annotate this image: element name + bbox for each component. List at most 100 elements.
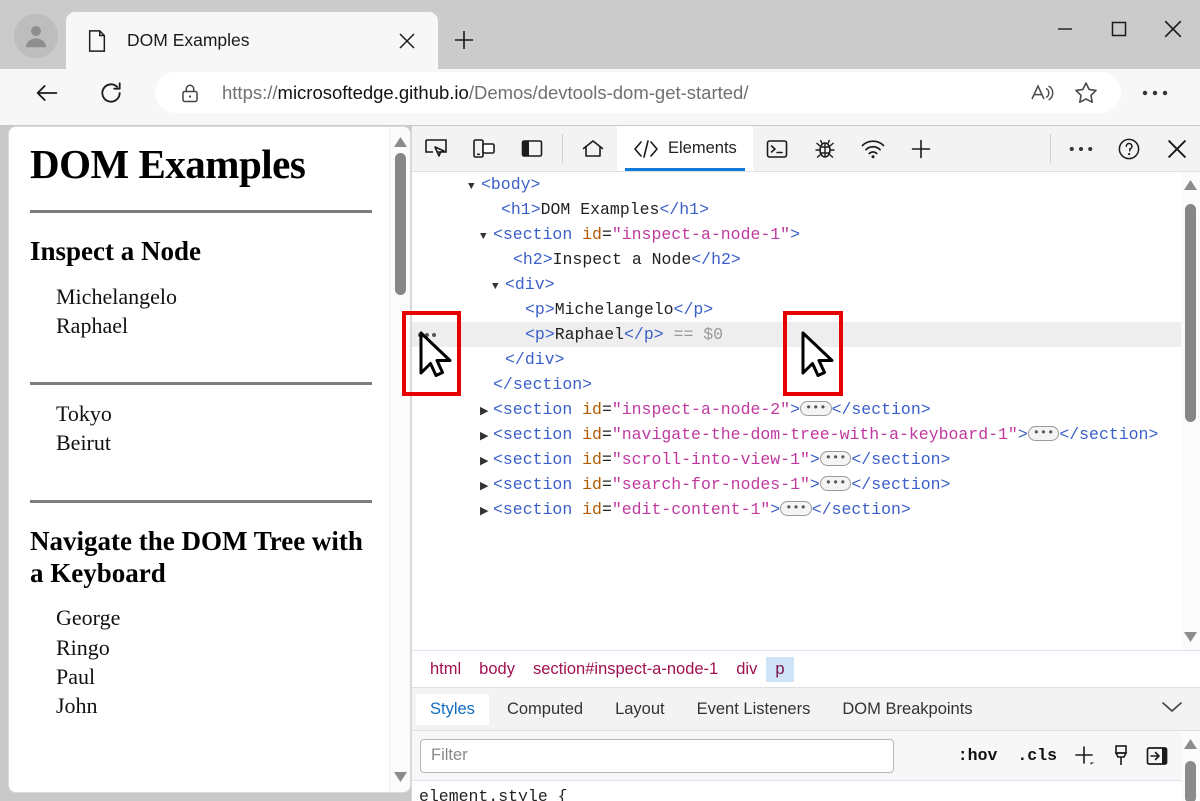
twisty-collapsed-icon[interactable]: ▶ (480, 500, 493, 525)
sidebar-tab-event-listeners[interactable]: Event Listeners (683, 694, 825, 725)
list-item: Tokyo (56, 401, 112, 427)
tab-sources[interactable] (801, 126, 849, 171)
dom-node[interactable]: ▶ <section id="inspect-a-node-2"> ••• </sec… (412, 397, 1200, 422)
scroll-down-icon[interactable] (394, 772, 407, 782)
scroll-thumb[interactable] (1185, 204, 1196, 422)
back-button[interactable] (26, 72, 68, 114)
dom-token-sp (664, 325, 674, 344)
styles-scrollbar[interactable] (1181, 731, 1200, 801)
browser-tab[interactable]: DOM Examples (66, 12, 438, 69)
tab-console[interactable] (753, 126, 801, 171)
address-input[interactable]: https://microsoftedge.github.io/Demos/de… (155, 72, 1121, 113)
dom-node[interactable]: ▼ <body> (412, 172, 1200, 197)
new-style-rule-button[interactable] (1067, 743, 1103, 769)
node-menu-icon[interactable] (418, 331, 440, 339)
css-rule-selector[interactable]: element.style { (412, 781, 1200, 801)
breadcrumb-item-html[interactable]: html (421, 657, 470, 682)
scroll-thumb[interactable] (1185, 761, 1196, 801)
collapsed-children-badge[interactable]: ••• (819, 451, 852, 466)
tab-network[interactable] (849, 126, 897, 171)
devtools-more-button[interactable] (1057, 126, 1105, 171)
new-tab-button[interactable] (444, 20, 484, 60)
styles-sidebar-tabs[interactable]: Styles Computed Layout Event Listeners DOM B… (412, 687, 1200, 731)
tab-elements[interactable]: Elements (617, 126, 753, 171)
dom-token-punc: </ (851, 475, 872, 494)
network-icon (861, 139, 885, 158)
sidebar-tab-layout[interactable]: Layout (601, 694, 679, 725)
close-icon[interactable] (390, 24, 424, 58)
dom-node-selected[interactable]: <p>Raphael</p> == $0 (412, 322, 1200, 347)
ellipsis-icon (1142, 90, 1168, 96)
more-sidebar-tabs-button[interactable] (1161, 700, 1183, 719)
dom-node[interactable]: ▼ <section id="inspect-a-node-1"> (412, 222, 1200, 247)
close-button[interactable] (1146, 0, 1200, 58)
dom-token-tag: section (502, 500, 573, 519)
dom-token-tag: section (871, 450, 941, 469)
scroll-up-icon[interactable] (394, 137, 407, 147)
dom-node[interactable]: ▶ <section id="scroll-into-view-1"> ••• </s… (412, 447, 1200, 472)
scroll-thumb[interactable] (395, 153, 406, 295)
sidebar-tab-computed[interactable]: Computed (493, 694, 597, 725)
collapsed-children-badge[interactable]: ••• (780, 501, 812, 516)
device-emulation-icon (473, 138, 495, 158)
read-aloud-button[interactable] (1023, 74, 1061, 112)
dom-token-txt: = (601, 225, 612, 244)
collapsed-children-badge[interactable]: ••• (799, 401, 832, 416)
device-emulation-button[interactable] (460, 126, 508, 171)
dom-token-punc: < (513, 250, 523, 269)
url-host: microsoftedge.github.io (277, 81, 469, 103)
page-scrollbar[interactable] (389, 127, 410, 792)
dom-token-punc: < (493, 425, 503, 444)
dom-token-tag: section (1079, 425, 1149, 444)
collapsed-children-badge[interactable]: ••• (819, 476, 852, 491)
profile-button[interactable] (14, 14, 58, 58)
reload-button[interactable] (90, 72, 132, 114)
toolbar-divider (562, 134, 563, 163)
dom-token-punc: </ (659, 200, 680, 219)
favorite-button[interactable] (1067, 74, 1105, 112)
dom-node[interactable]: ▶ <section id="search-for-nodes-1"> ••• </s… (412, 472, 1200, 497)
dom-token-attrv: "scroll-into-view-1" (611, 450, 810, 469)
inspect-element-button[interactable] (412, 126, 460, 171)
hover-state-button[interactable]: :hov (948, 746, 1008, 765)
scroll-down-icon[interactable] (1184, 632, 1197, 642)
home-icon (582, 139, 604, 157)
dock-side-button[interactable] (508, 126, 556, 171)
dom-token-tag: p (534, 300, 545, 319)
dom-tree-scrollbar[interactable] (1181, 172, 1200, 650)
collapsed-children-badge[interactable]: ••• (1027, 426, 1060, 441)
breadcrumb-item-p[interactable]: p (766, 656, 794, 682)
breadcrumb-item-div[interactable]: div (727, 657, 766, 682)
scroll-up-icon[interactable] (1184, 180, 1197, 190)
dom-node[interactable]: <h1>DOM Examples</h1> (412, 197, 1200, 222)
dom-tree[interactable]: ▼ <body> <h1>DOM Examples</h1> ▼ <section id… (412, 172, 1200, 650)
dom-node[interactable]: </section> (412, 372, 1200, 397)
browser-settings-button[interactable] (1140, 78, 1170, 108)
dom-node[interactable]: </div> (412, 347, 1200, 372)
dom-node[interactable]: ▶ <section id="navigate-the-dom-tree-with… (412, 422, 1200, 447)
dom-token-attrv: "inspect-a-node-1" (611, 225, 791, 244)
devtools-home-button[interactable] (569, 126, 617, 171)
dom-node[interactable]: ▶ <section id="edit-content-1"> ••• </secti… (412, 497, 1200, 522)
devtools-close-button[interactable] (1153, 126, 1200, 171)
styles-filter-input[interactable] (420, 738, 894, 773)
dom-node[interactable]: ▼ <div> (412, 272, 1200, 297)
class-toggle-button[interactable]: .cls (1007, 746, 1067, 765)
sidebar-tab-styles[interactable]: Styles (416, 693, 489, 725)
dom-node[interactable]: <h2>Inspect a Node</h2> (412, 247, 1200, 272)
breadcrumb-item-body[interactable]: body (470, 657, 524, 682)
dom-token-punc: < (505, 275, 515, 294)
style-rules[interactable]: element.style {}section p {devtools-do…s… (412, 781, 1200, 801)
sidebar-tab-dom-breakpoints[interactable]: DOM Breakpoints (828, 694, 986, 725)
toggle-computed-sidebar-button[interactable] (1139, 744, 1175, 768)
minimize-button[interactable] (1038, 0, 1092, 58)
dom-node[interactable]: <p>Michelangelo</p> (412, 297, 1200, 322)
maximize-button[interactable] (1092, 0, 1146, 58)
more-panels-button[interactable] (897, 126, 945, 171)
breadcrumb-item-section-inspect-a-node-1[interactable]: section#inspect-a-node-1 (524, 657, 727, 682)
color-format-button[interactable] (1103, 743, 1139, 769)
page-viewport: DOM Examples Inspect a Node Michelangelo… (8, 126, 411, 793)
scroll-up-icon[interactable] (1184, 739, 1197, 749)
breadcrumb[interactable]: html body section#inspect-a-node-1 div p (412, 650, 1200, 687)
devtools-help-button[interactable] (1105, 126, 1153, 171)
